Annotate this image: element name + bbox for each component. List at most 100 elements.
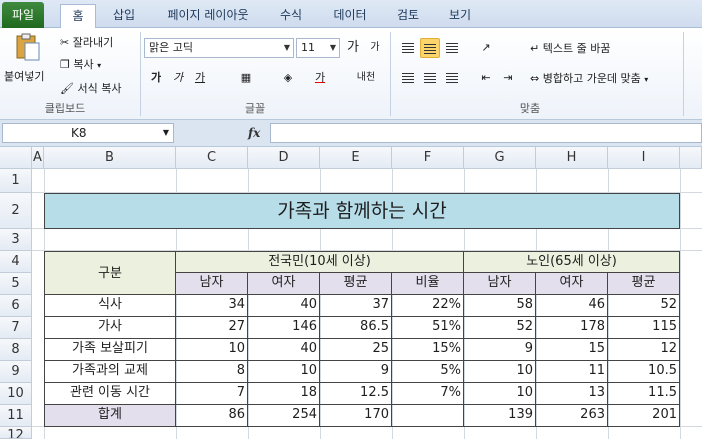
row-header[interactable]: 12: [0, 427, 32, 439]
row-label[interactable]: 가족과의 교제: [44, 361, 176, 383]
column-header[interactable]: G: [464, 147, 536, 169]
paste-button[interactable]: 붙여넣기: [4, 68, 44, 84]
font-name-select[interactable]: 맑은 고딕 ▼: [144, 38, 294, 58]
data-cell[interactable]: 11.5: [608, 383, 680, 405]
data-cell[interactable]: 18: [248, 383, 320, 405]
data-cell[interactable]: 46: [536, 295, 608, 317]
data-cell[interactable]: 9: [464, 339, 536, 361]
phonetic-button[interactable]: 내천: [354, 68, 378, 88]
tab-formulas[interactable]: 수식: [270, 4, 312, 28]
underline-button[interactable]: 가: [190, 68, 210, 88]
total-cell[interactable]: 139: [464, 405, 536, 427]
row-header[interactable]: 5: [0, 273, 32, 295]
data-cell[interactable]: 52: [608, 295, 680, 317]
name-box[interactable]: K8 ▼: [2, 123, 174, 143]
row-label[interactable]: 식사: [44, 295, 176, 317]
cut-button[interactable]: ✂ 잘라내기: [60, 34, 113, 50]
total-cell[interactable]: 254: [248, 405, 320, 427]
row-label[interactable]: 가족 보살피기: [44, 339, 176, 361]
header-group-national[interactable]: 전국민(10세 이상): [176, 251, 464, 273]
data-cell[interactable]: 22%: [392, 295, 464, 317]
row-header[interactable]: 11: [0, 405, 32, 427]
column-header[interactable]: D: [248, 147, 320, 169]
tab-view[interactable]: 보기: [440, 4, 480, 28]
data-cell[interactable]: 15%: [392, 339, 464, 361]
data-cell[interactable]: 10: [464, 383, 536, 405]
data-cell[interactable]: 51%: [392, 317, 464, 339]
data-cell[interactable]: 27: [176, 317, 248, 339]
fill-color-icon[interactable]: ◈: [278, 68, 298, 88]
subheader-cell[interactable]: 남자: [464, 273, 536, 295]
column-header[interactable]: F: [392, 147, 464, 169]
subheader-cell[interactable]: 평균: [320, 273, 392, 295]
align-middle-icon[interactable]: [420, 38, 440, 58]
insert-function-button[interactable]: fx: [248, 123, 260, 143]
formula-input[interactable]: [270, 123, 702, 143]
data-cell[interactable]: 5%: [392, 361, 464, 383]
tab-file[interactable]: 파일: [2, 2, 44, 28]
data-cell[interactable]: 40: [248, 339, 320, 361]
grow-font-button[interactable]: 가: [343, 38, 363, 58]
data-cell[interactable]: 52: [464, 317, 536, 339]
data-cell[interactable]: 12: [608, 339, 680, 361]
header-group-elderly[interactable]: 노인(65세 이상): [464, 251, 680, 273]
decrease-indent-icon[interactable]: ⇤: [476, 68, 496, 88]
column-header[interactable]: I: [608, 147, 680, 169]
total-cell[interactable]: [392, 405, 464, 427]
column-header[interactable]: A: [32, 147, 44, 169]
subheader-cell[interactable]: 여자: [248, 273, 320, 295]
data-cell[interactable]: 37: [320, 295, 392, 317]
row-header[interactable]: 6: [0, 295, 32, 317]
copy-button[interactable]: ❐ 복사 ▾: [60, 56, 101, 72]
sheet-title[interactable]: 가족과 함께하는 시간: [44, 193, 680, 229]
italic-button[interactable]: 가: [168, 68, 188, 88]
subheader-cell[interactable]: 평균: [608, 273, 680, 295]
column-header[interactable]: [680, 147, 702, 169]
wrap-text-button[interactable]: ↵ 텍스트 줄 바꿈: [530, 40, 610, 56]
align-center-icon[interactable]: [420, 68, 440, 88]
data-cell[interactable]: 12.5: [320, 383, 392, 405]
data-cell[interactable]: 13: [536, 383, 608, 405]
total-cell[interactable]: 263: [536, 405, 608, 427]
data-cell[interactable]: 7: [176, 383, 248, 405]
align-left-icon[interactable]: [398, 68, 418, 88]
data-cell[interactable]: 10: [248, 361, 320, 383]
data-cell[interactable]: 10: [176, 339, 248, 361]
paste-icon[interactable]: [12, 32, 44, 62]
tab-review[interactable]: 검토: [388, 4, 428, 28]
select-all-corner[interactable]: [0, 147, 32, 169]
borders-icon[interactable]: ▦: [236, 68, 256, 88]
row-header[interactable]: 7: [0, 317, 32, 339]
row-header[interactable]: 1: [0, 169, 32, 193]
data-cell[interactable]: 34: [176, 295, 248, 317]
data-cell[interactable]: 15: [536, 339, 608, 361]
data-cell[interactable]: 40: [248, 295, 320, 317]
tab-page-layout[interactable]: 페이지 레이아웃: [156, 4, 260, 28]
format-painter-button[interactable]: 🖌 서식 복사: [60, 80, 121, 96]
row-header[interactable]: 10: [0, 383, 32, 405]
row-header[interactable]: 8: [0, 339, 32, 361]
data-cell[interactable]: 11: [536, 361, 608, 383]
tab-data[interactable]: 데이터: [324, 4, 376, 28]
data-cell[interactable]: 146: [248, 317, 320, 339]
align-top-icon[interactable]: [398, 38, 418, 58]
data-cell[interactable]: 9: [320, 361, 392, 383]
column-header[interactable]: H: [536, 147, 608, 169]
row-header[interactable]: 2: [0, 193, 32, 229]
tab-insert[interactable]: 삽입: [104, 4, 144, 28]
total-cell[interactable]: 170: [320, 405, 392, 427]
data-cell[interactable]: 115: [608, 317, 680, 339]
align-right-icon[interactable]: [442, 68, 462, 88]
data-cell[interactable]: 86.5: [320, 317, 392, 339]
total-cell[interactable]: 86: [176, 405, 248, 427]
subheader-cell[interactable]: 남자: [176, 273, 248, 295]
header-category[interactable]: 구분: [44, 251, 176, 295]
font-size-select[interactable]: 11 ▼: [296, 38, 340, 58]
align-bottom-icon[interactable]: [442, 38, 462, 58]
data-cell[interactable]: 58: [464, 295, 536, 317]
font-color-button[interactable]: 가: [310, 68, 330, 88]
total-label[interactable]: 합계: [44, 405, 176, 427]
row-label[interactable]: 관련 이동 시간: [44, 383, 176, 405]
total-cell[interactable]: 201: [608, 405, 680, 427]
data-cell[interactable]: 10: [464, 361, 536, 383]
